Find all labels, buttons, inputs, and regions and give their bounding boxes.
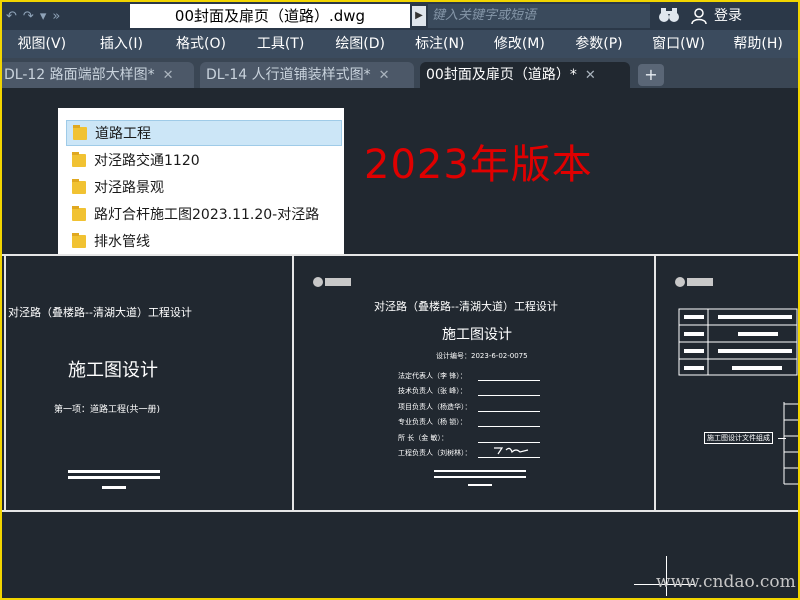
folder-item[interactable]: 路灯合杆施工图2023.11.20-对泾路 [66,201,342,227]
folder-name: 对泾路交通1120 [94,153,200,169]
sheet1-subtitle: 第一项：道路工程(共一册) [54,405,161,415]
close-icon[interactable]: ✕ [585,68,596,83]
sign-row: 技术负责人（张 峰）： [398,387,467,395]
expand-icon[interactable]: » [52,9,60,24]
new-tab-button[interactable]: + [638,64,664,86]
menu-bar: 视图(V) 插入(I) 格式(O) 工具(T) 绘图(D) 标注(N) 修改(M… [2,30,798,58]
quick-access-toolbar: ↶ ↷ ▾ » [6,6,126,26]
tab-label: 00封面及扉页（道路）* [426,67,577,83]
sign-line [478,457,540,458]
menu-view[interactable]: 视图(V) [2,30,82,58]
company-logo-icon [313,277,351,287]
dropdown-icon[interactable]: ▾ [40,9,47,24]
menu-draw[interactable]: 绘图(D) [320,30,400,58]
sheet2-stamp-line [468,484,492,486]
sheet-border [292,254,294,512]
sheet1-stamp-line [102,486,126,489]
title-bar: ↶ ↷ ▾ » 00封面及扉页（道路）.dwg ▶ 键入关键字或短语 登录 [2,2,798,30]
folder-item[interactable]: 道路工程 [66,120,342,146]
folder-name: 对泾路景观 [94,180,164,196]
folder-icon [72,206,86,222]
tab-label: DL-12 路面端部大样图* [4,67,155,83]
tab-label: DL-14 人行道铺装样式图* [206,67,371,83]
menu-dimension[interactable]: 标注(N) [400,30,480,58]
sheet2-title: 施工图设计 [442,327,512,343]
title-arrow-icon[interactable]: ▶ [412,6,426,26]
sign-line [478,411,540,412]
folder-icon [72,152,86,168]
menu-format[interactable]: 格式(O) [161,30,241,58]
sheet2-stamp-line [434,476,526,478]
folder-name: 排水管线 [94,234,150,250]
menu-insert[interactable]: 插入(I) [82,30,162,58]
sign-row: 法定代表人（李 锋）： [398,372,467,380]
sheet2-stamp-line [434,470,526,472]
signature-scribble [494,447,529,455]
folder-item[interactable]: 对泾路景观 [66,174,342,200]
sign-line [478,426,540,427]
folder-item[interactable]: 对泾路交通1120 [66,147,342,173]
sign-line [478,395,540,396]
sheet1-stamp-line [68,476,160,479]
sheet3-info-table [678,308,798,376]
folder-name: 路灯合杆施工图2023.11.20-对泾路 [94,207,320,223]
tab-dl12[interactable]: DL-12 路面端部大样图* ✕ [2,62,194,88]
binoculars-icon[interactable] [658,6,680,26]
search-input[interactable]: 键入关键字或短语 [428,4,650,28]
sheet2-project-title: 对泾路（叠楼路--清湖大道）工程设计 [374,300,558,313]
sign-line [478,380,540,381]
sheet-border [4,254,6,512]
version-overlay-text: 2023年版本 [364,142,593,188]
menu-help[interactable]: 帮助(H) [718,30,798,58]
document-title: 00封面及扉页（道路）.dwg [130,4,410,28]
sign-row: 专业负责人（杨 锁）： [398,418,467,426]
sheet1-stamp-line [68,470,160,473]
sheet-border [654,254,656,512]
folder-item[interactable]: 排水管线 [66,228,342,254]
sign-row: 工程负责人（刘树林）： [398,449,472,457]
sign-row: 所 长（金 敏）： [398,434,448,442]
menu-tools[interactable]: 工具(T) [241,30,321,58]
redo-icon[interactable]: ↷ [23,9,34,24]
user-icon[interactable] [690,7,708,25]
folder-icon [72,233,86,249]
folder-list-panel: 道路工程 对泾路交通1120 对泾路景观 路灯合杆施工图2023.11.20-对… [58,108,344,254]
sheet-border [2,510,798,512]
menu-modify[interactable]: 修改(M) [480,30,560,58]
undo-icon[interactable]: ↶ [6,9,17,24]
folder-icon [73,125,87,141]
sheet3-label: 施工图设计文件组成 [704,432,773,444]
drawing-canvas[interactable]: 道路工程 对泾路交通1120 对泾路景观 路灯合杆施工图2023.11.20-对… [2,88,798,598]
folder-icon [72,179,86,195]
company-logo-icon [675,277,713,287]
sign-row: 项目负责人（杨造华）： [398,403,472,411]
menu-window[interactable]: 窗口(W) [639,30,719,58]
tab-cover-active[interactable]: 00封面及扉页（道路）* ✕ [420,62,630,88]
menu-parameters[interactable]: 参数(P) [559,30,639,58]
design-number: 设计编号：2023-6-02-0075 [436,352,528,360]
document-tab-bar: DL-12 路面端部大样图* ✕ DL-14 人行道铺装样式图* ✕ 00封面及扉页… [2,58,798,88]
close-icon[interactable]: ✕ [379,68,390,83]
folder-name: 道路工程 [95,126,151,142]
sheet1-project-title: 对泾路（叠楼路--清湖大道）工程设计 [8,306,192,319]
login-button[interactable]: 登录 [714,6,742,26]
sheet-border [2,254,798,256]
sheet1-title: 施工图设计 [68,360,158,381]
tab-dl14[interactable]: DL-14 人行道铺装样式图* ✕ [200,62,414,88]
close-icon[interactable]: ✕ [163,68,174,83]
cad-window: ↶ ↷ ▾ » 00封面及扉页（道路）.dwg ▶ 键入关键字或短语 登录 视图… [2,2,798,598]
sign-line [478,442,540,443]
sheet3-tree-diagram [783,402,798,485]
watermark-text: www.cndao.com [656,572,796,592]
